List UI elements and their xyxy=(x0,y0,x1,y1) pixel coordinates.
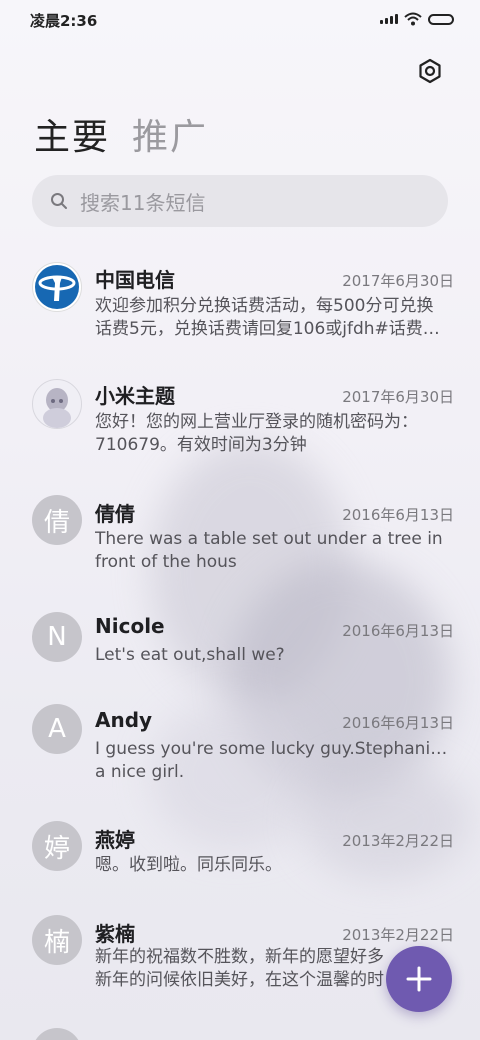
contact-name: Andy xyxy=(95,708,153,732)
character-photo-icon xyxy=(43,388,71,428)
conversation-row[interactable]: 婷 燕婷 2013年2月22日 嗯。收到啦。同乐同乐。 xyxy=(0,810,480,900)
wifi-icon xyxy=(404,12,422,26)
message-preview: There was a table set out under a tree i… xyxy=(95,529,443,572)
message-date: 2013年2月22日 xyxy=(342,832,454,850)
contact-avatar: A xyxy=(32,704,82,754)
tab-primary[interactable]: 主要 xyxy=(34,108,110,160)
conversation-row[interactable]: N Nicole 2016年6月13日 Let's eat out,shall … xyxy=(0,600,480,690)
signal-icon xyxy=(380,14,398,24)
contact-name: Nicole xyxy=(95,614,165,638)
conversation-row[interactable] xyxy=(0,1028,480,1040)
conversation-row[interactable]: 中国电信 2017年6月30日 欢迎参加积分兑换话费活动，每500分可兑换 话费… xyxy=(0,250,480,360)
message-preview: 您好！您的网上营业厅登录的随机密码为： 710679。有效时间为3分钟 xyxy=(95,412,418,455)
message-preview: 欢迎参加积分兑换话费活动，每500分可兑换 话费5元，兑换话费请回复106或jf… xyxy=(95,296,440,339)
tab-promotions[interactable]: 推广 xyxy=(132,108,208,160)
message-date: 2016年6月13日 xyxy=(342,714,454,732)
contact-name: 燕婷 xyxy=(95,828,135,852)
plus-icon xyxy=(406,966,432,992)
conversation-row[interactable]: A Andy 2016年6月13日 I guess you're some lu… xyxy=(0,694,480,804)
china-telecom-avatar xyxy=(32,262,82,312)
message-date: 2017年6月30日 xyxy=(342,388,454,406)
message-date: 2013年2月22日 xyxy=(342,926,454,944)
contact-avatar xyxy=(32,1028,82,1040)
settings-hexagon-icon xyxy=(419,58,441,84)
china-telecom-logo-icon xyxy=(35,265,79,309)
conversation-row[interactable]: 小米主题 2017年6月30日 您好！您的网上营业厅登录的随机密码为： 7106… xyxy=(0,366,480,476)
settings-button[interactable] xyxy=(414,55,446,87)
contact-avatar: 楠 xyxy=(32,915,82,965)
battery-icon xyxy=(428,13,454,25)
contact-avatar: 倩 xyxy=(32,495,82,545)
conversation-row[interactable]: 倩 倩倩 2016年6月13日 There was a table set ou… xyxy=(0,484,480,594)
new-message-button[interactable] xyxy=(386,946,452,1012)
message-date: 2016年6月13日 xyxy=(342,506,454,524)
status-bar: 凌晨2:36 xyxy=(0,0,480,40)
message-preview: 嗯。收到啦。同乐同乐。 xyxy=(95,855,282,875)
status-time: 凌晨2:36 xyxy=(30,12,98,30)
tab-bar: 主要 推广 xyxy=(34,108,208,160)
contact-name: 中国电信 xyxy=(95,268,175,292)
message-date: 2016年6月13日 xyxy=(342,622,454,640)
search-input[interactable]: 搜索11条短信 xyxy=(80,187,205,216)
message-preview: I guess you're some lucky guy.Stephanie … xyxy=(95,739,455,782)
search-icon xyxy=(48,190,70,212)
contact-avatar: 婷 xyxy=(32,821,82,871)
contact-avatar: N xyxy=(32,612,82,662)
contact-name: 小米主题 xyxy=(95,384,175,408)
message-preview: Let's eat out,shall we? xyxy=(95,645,285,665)
search-bar[interactable]: 搜索11条短信 xyxy=(32,175,448,227)
contact-name: 倩倩 xyxy=(95,502,135,526)
theme-avatar xyxy=(32,379,82,429)
message-date: 2017年6月30日 xyxy=(342,272,454,290)
status-icons xyxy=(380,12,454,26)
contact-name: 紫楠 xyxy=(95,922,135,946)
